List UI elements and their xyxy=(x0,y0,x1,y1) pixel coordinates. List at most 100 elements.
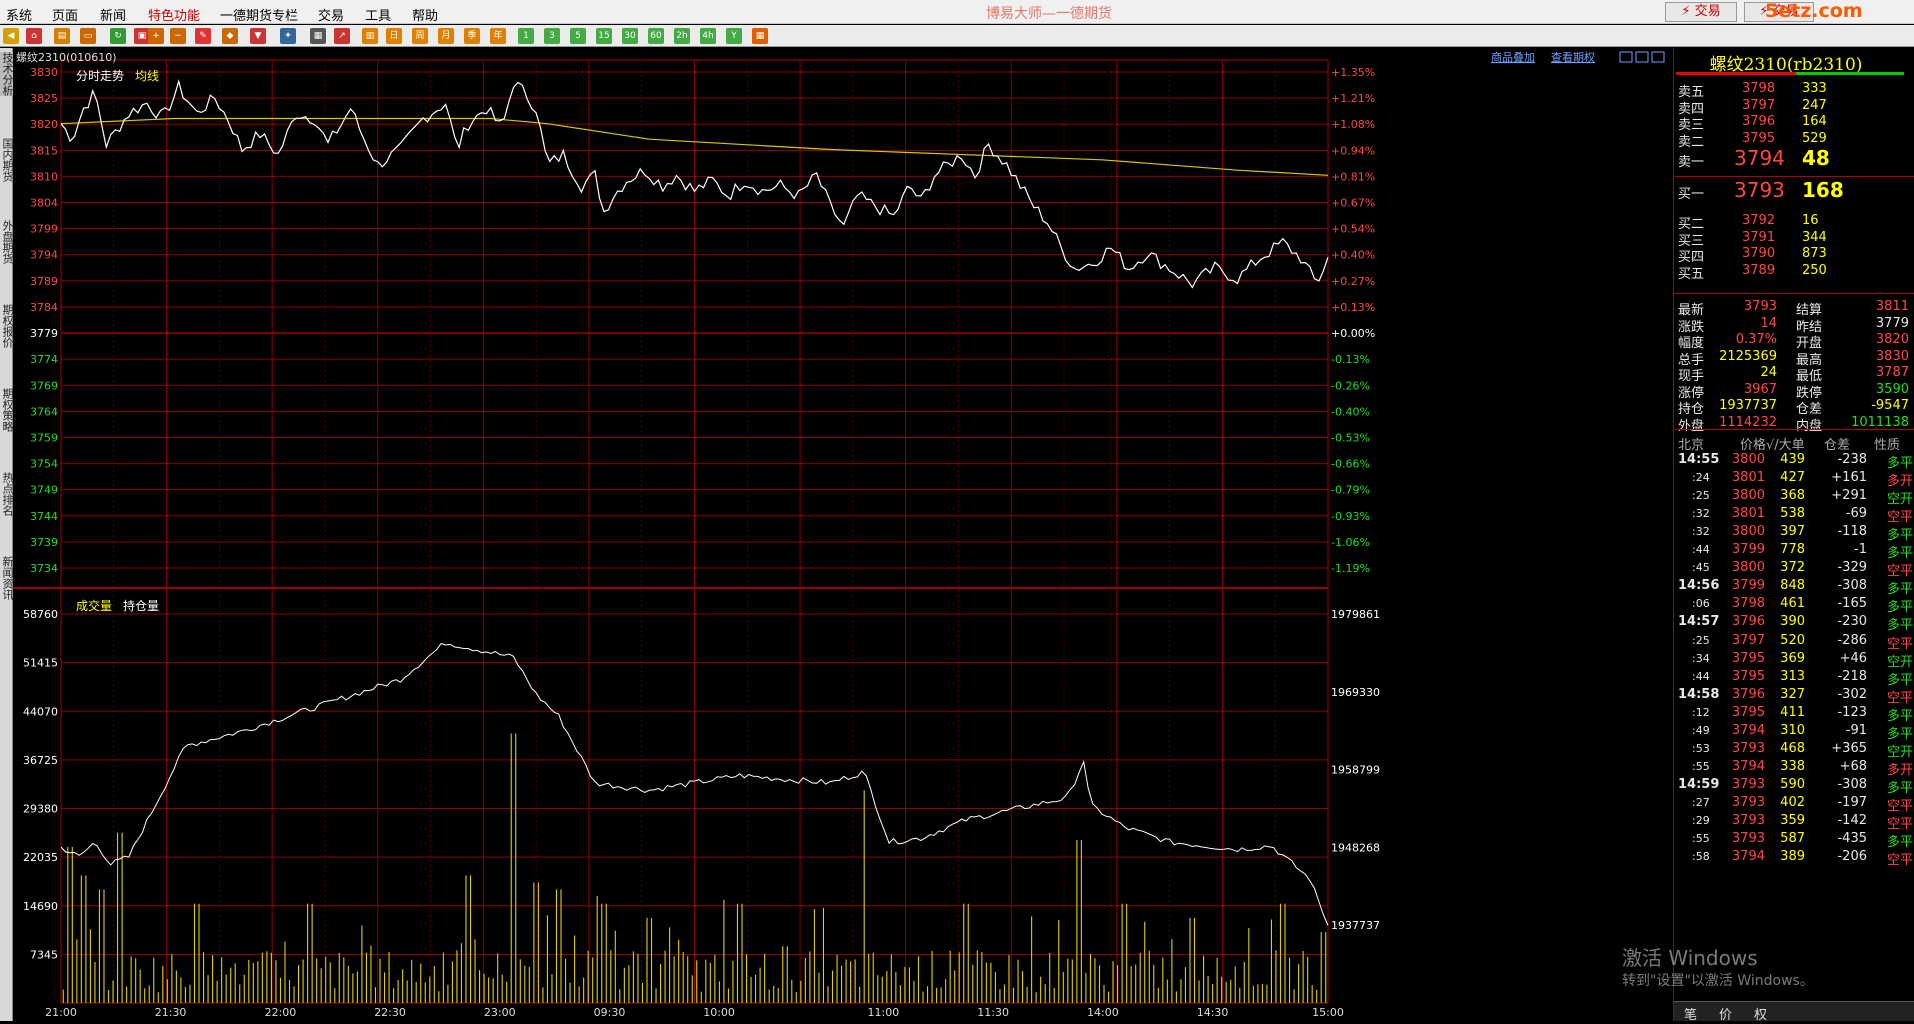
book-row: 买五 3789 250 xyxy=(1674,262,1914,282)
stat-value: 1011138 xyxy=(1851,414,1909,430)
menu-news[interactable]: 新闻 xyxy=(100,5,126,24)
tick-row[interactable]: :44 3795 313 -218 多平 xyxy=(1674,666,1914,688)
min-icon[interactable]: ▥ xyxy=(362,28,378,44)
tick-row[interactable]: :12 3795 411 -123 多平 xyxy=(1674,702,1914,724)
book-price[interactable]: 3797 xyxy=(1742,98,1775,113)
tick-row[interactable]: :29 3793 359 -142 空平 xyxy=(1674,810,1914,832)
tick-oi-change: -206 xyxy=(1837,849,1867,865)
tick-volume: 590 xyxy=(1780,776,1805,792)
tick-row[interactable]: 14:58 3796 327 -302 空平 xyxy=(1674,684,1914,706)
tick-time: :49 xyxy=(1692,723,1710,737)
tab-foreign[interactable]: 外盘期货 xyxy=(0,220,14,264)
period-y-icon[interactable]: Y xyxy=(726,28,742,44)
tab-technical[interactable]: 技术分析 xyxy=(0,52,14,96)
book-price[interactable]: 3796 xyxy=(1742,114,1775,129)
tick-row[interactable]: :34 3795 369 +46 空开 xyxy=(1674,648,1914,670)
tab-news[interactable]: 新闻资讯 xyxy=(0,556,14,600)
tick-row[interactable]: :06 3798 461 -165 多平 xyxy=(1674,593,1914,615)
time-label: 23:00 xyxy=(484,1006,516,1019)
tick-row[interactable]: :25 3797 520 -286 空平 xyxy=(1674,630,1914,652)
book-row: 买一 3793 168 xyxy=(1674,178,1914,204)
tick-time: :27 xyxy=(1692,795,1710,809)
tick-row[interactable]: :24 3801 427 +161 多开 xyxy=(1674,467,1914,489)
tick-row[interactable]: :58 3794 389 -206 空平 xyxy=(1674,846,1914,868)
tick-row[interactable]: 14:59 3793 590 -308 多平 xyxy=(1674,774,1914,796)
tab-trades[interactable]: 笔 xyxy=(1684,1004,1697,1023)
tick-row[interactable]: :32 3800 397 -118 多平 xyxy=(1674,521,1914,543)
tick-price: 3794 xyxy=(1731,758,1765,774)
month-icon[interactable]: 月 xyxy=(438,28,454,44)
period-30-icon[interactable]: 30 xyxy=(622,28,638,44)
book-price[interactable]: 3791 xyxy=(1742,230,1775,245)
intraday-chart[interactable]: 3830 +1.35% 3825 +1.21% 3820 +1.08% 3815 +0.94%… xyxy=(13,48,1673,1024)
symbol-label: 螺纹2310(010610) xyxy=(16,50,117,64)
overlay-link[interactable]: 商品叠加 xyxy=(1491,50,1535,64)
tab-price[interactable]: 价 xyxy=(1719,1004,1732,1023)
tick-row[interactable]: :32 3801 538 -69 空平 xyxy=(1674,503,1914,525)
plugin-icon[interactable]: ✦ xyxy=(280,28,296,44)
folder-icon[interactable]: ▤ xyxy=(54,28,70,44)
book-price[interactable]: 3789 xyxy=(1742,263,1775,278)
menu-trade[interactable]: 交易 xyxy=(318,5,344,24)
back-icon[interactable]: ◀ xyxy=(3,28,19,44)
tick-time: :25 xyxy=(1692,633,1710,647)
day-icon[interactable]: 日 xyxy=(386,28,402,44)
period-2h-icon[interactable]: 2h xyxy=(674,28,690,44)
menu-system[interactable]: 系统 xyxy=(6,5,32,24)
home-icon[interactable]: ⌂ xyxy=(26,28,42,44)
tab-domestic[interactable]: 国内期货 xyxy=(0,138,14,182)
draw-icon[interactable]: ✎ xyxy=(195,28,211,44)
tick-row[interactable]: :55 3793 587 -435 多平 xyxy=(1674,828,1914,850)
calendar-icon[interactable]: ▦ xyxy=(752,28,768,44)
menu-tools[interactable]: 工具 xyxy=(365,5,391,24)
tick-oi-change: -302 xyxy=(1837,686,1867,702)
period-3-icon[interactable]: 3 xyxy=(544,28,560,44)
menu-page[interactable]: 页面 xyxy=(52,5,78,24)
tab-hot-rank[interactable]: 热点排名 xyxy=(0,472,14,516)
zoom-in-icon[interactable]: + xyxy=(148,28,164,44)
tick-row[interactable]: 14:57 3796 390 -230 多平 xyxy=(1674,611,1914,633)
tick-row[interactable]: :49 3794 310 -91 多平 xyxy=(1674,720,1914,742)
book-price[interactable]: 3790 xyxy=(1742,246,1775,261)
period-60-icon[interactable]: 60 xyxy=(648,28,664,44)
book-price[interactable]: 3792 xyxy=(1742,213,1775,228)
tick-row[interactable]: :44 3799 778 -1 多平 xyxy=(1674,539,1914,561)
period-4h-icon[interactable]: 4h xyxy=(700,28,716,44)
tick-time: :55 xyxy=(1692,832,1710,846)
tick-oi-change: +46 xyxy=(1839,650,1867,666)
refresh-icon[interactable]: ↻ xyxy=(110,28,126,44)
tick-row[interactable]: :27 3793 402 -197 空平 xyxy=(1674,792,1914,814)
zoom-out-icon[interactable]: − xyxy=(170,28,186,44)
tag-icon[interactable]: ◆ xyxy=(222,28,238,44)
book-price[interactable]: 3798 xyxy=(1742,81,1775,96)
menu-help[interactable]: 帮助 xyxy=(412,5,438,24)
chart-icon[interactable]: ↗ xyxy=(334,28,350,44)
period-1-icon[interactable]: 1 xyxy=(518,28,534,44)
filter-icon[interactable]: ▼ xyxy=(250,28,266,44)
tick-row[interactable]: :25 3800 368 +291 空开 xyxy=(1674,485,1914,507)
tick-row[interactable]: 14:56 3799 848 -308 多平 xyxy=(1674,575,1914,597)
tab-options-strategy[interactable]: 期权策略 xyxy=(0,388,14,432)
time-label: 11:00 xyxy=(868,1006,900,1019)
period-5-icon[interactable]: 5 xyxy=(570,28,586,44)
menu-column[interactable]: 一德期货专栏 xyxy=(220,5,298,24)
card-icon[interactable]: ▭ xyxy=(80,28,96,44)
tick-price: 3793 xyxy=(1731,831,1765,847)
tick-row[interactable]: 14:55 3800 439 -238 多平 xyxy=(1674,449,1914,471)
menu-features[interactable]: 特色功能 xyxy=(148,5,200,24)
period-15-icon[interactable]: 15 xyxy=(596,28,612,44)
options-link[interactable]: 查看期权 xyxy=(1551,50,1595,64)
tick-row[interactable]: :55 3794 338 +68 多开 xyxy=(1674,756,1914,778)
trade-button[interactable]: ⚡ 交易 xyxy=(1665,2,1737,22)
week-icon[interactable]: 周 xyxy=(412,28,428,44)
book-price[interactable]: 3793 xyxy=(1734,178,1785,202)
tick-row[interactable]: :53 3793 468 +365 空开 xyxy=(1674,738,1914,760)
book-price[interactable]: 3795 xyxy=(1742,131,1775,146)
year-icon[interactable]: 年 xyxy=(490,28,506,44)
tab-rights[interactable]: 权 xyxy=(1754,1004,1767,1023)
tick-row[interactable]: :45 3800 372 -329 空平 xyxy=(1674,557,1914,579)
tab-options-quote[interactable]: 期权报价 xyxy=(0,304,14,348)
table-icon[interactable]: ▦ xyxy=(310,28,326,44)
quarter-icon[interactable]: 季 xyxy=(464,28,480,44)
book-price[interactable]: 3794 xyxy=(1734,146,1785,170)
